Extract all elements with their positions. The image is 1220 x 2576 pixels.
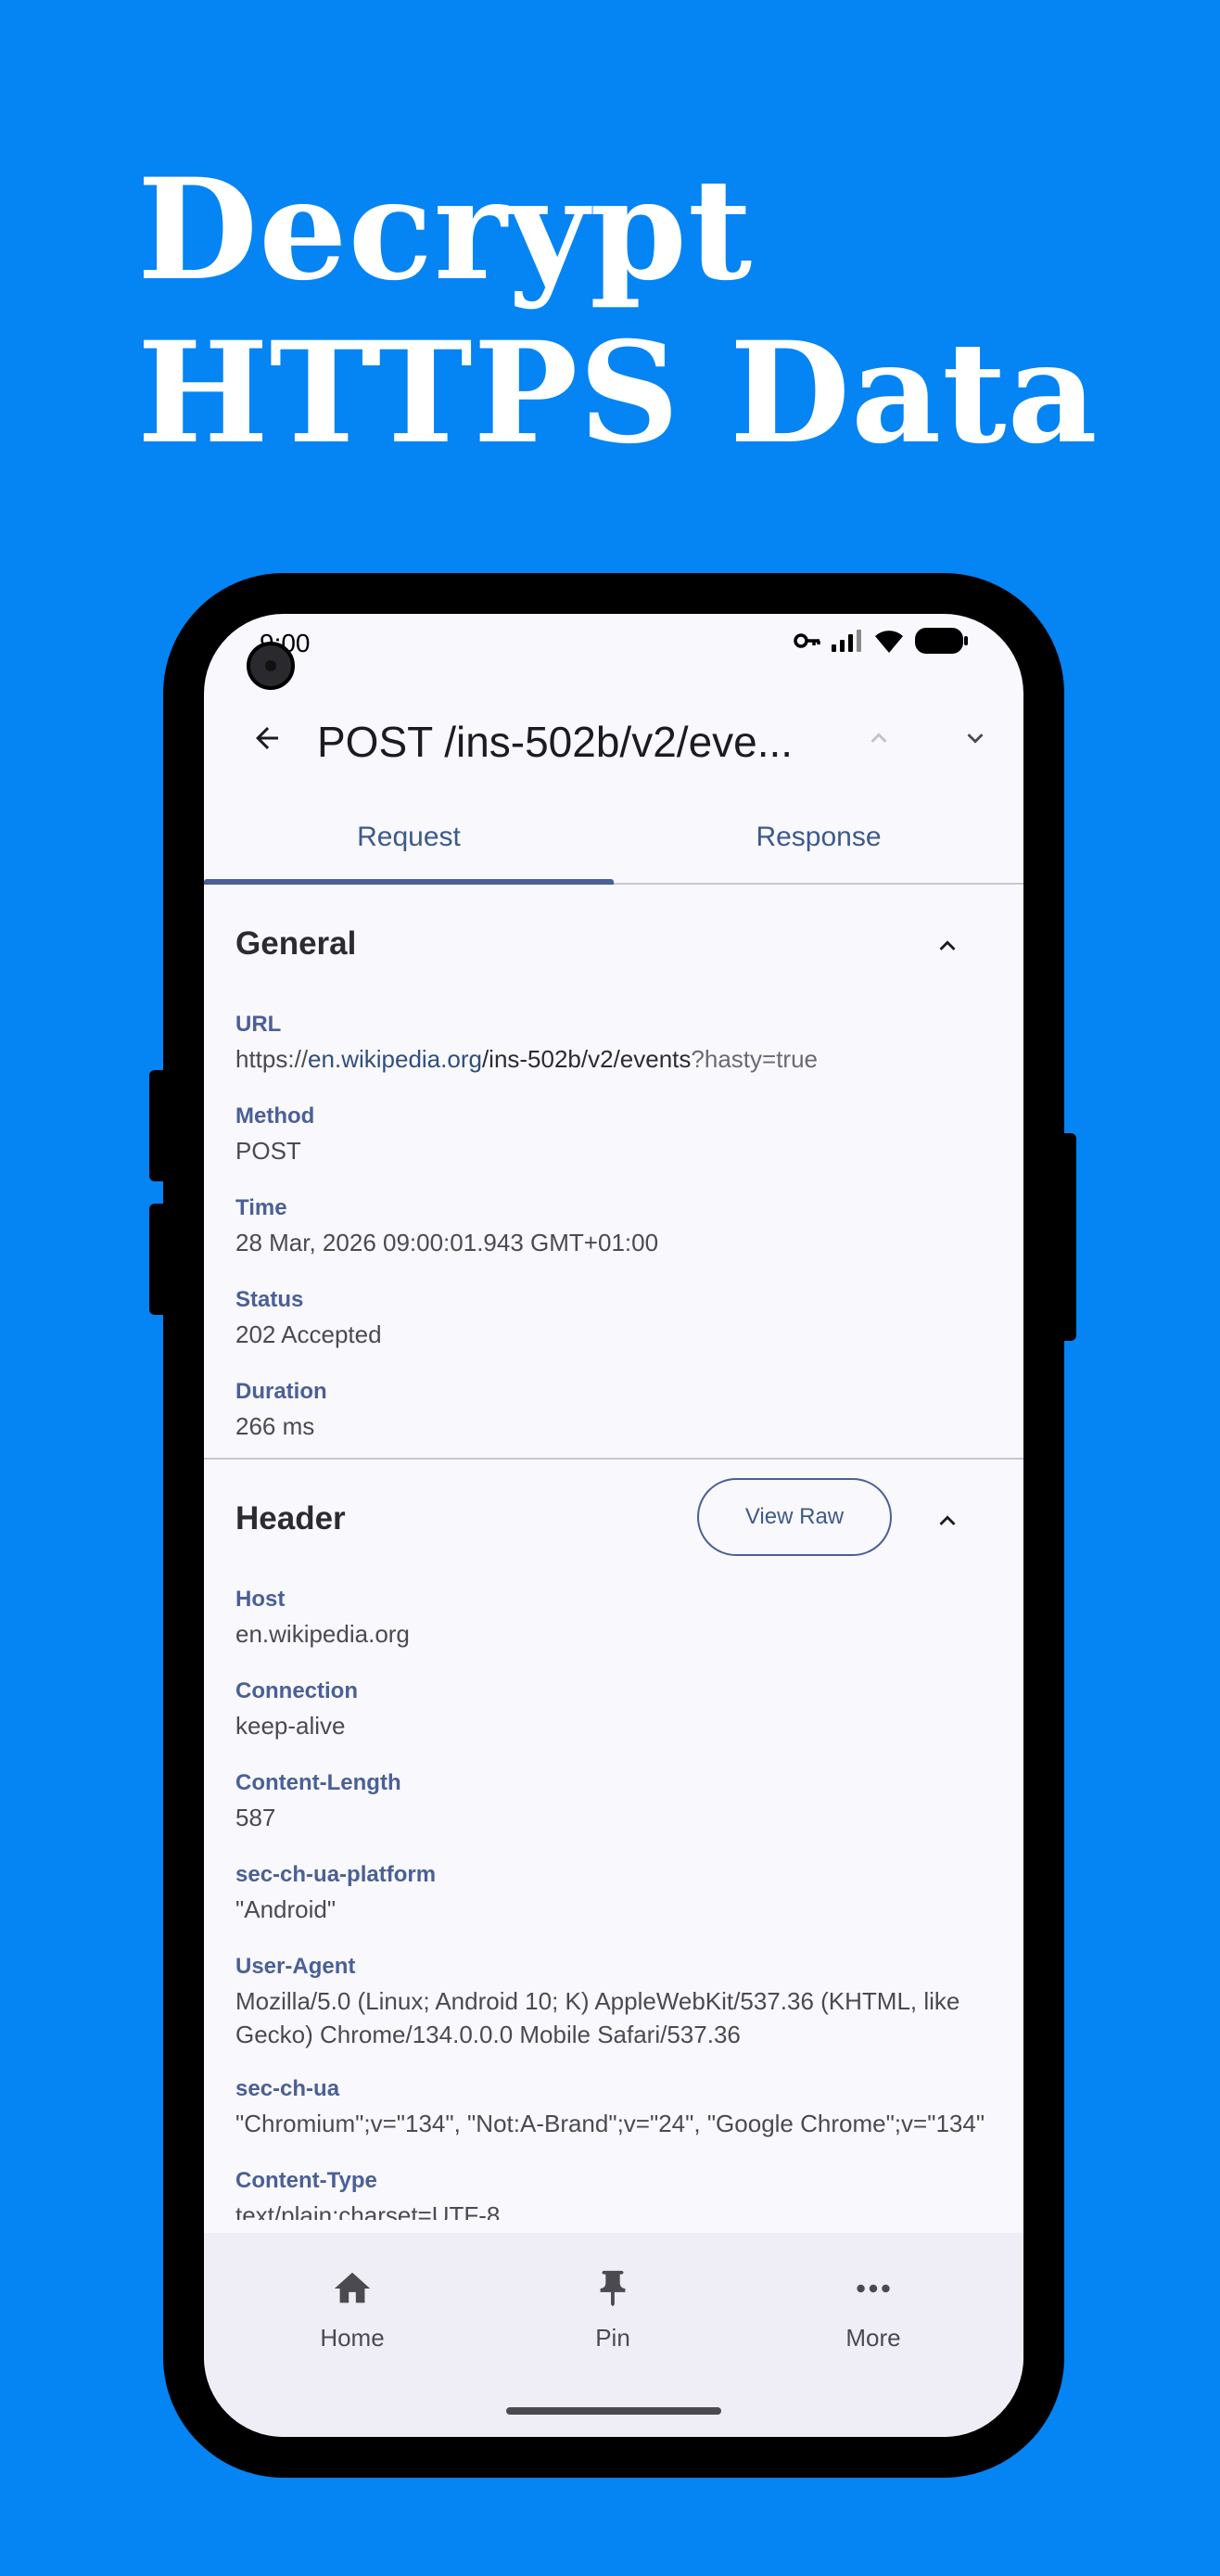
url-value[interactable]: https://en.wikipedia.org/ins-502b/v2/eve… [235,1042,1005,1076]
url-host: en.wikipedia.org [308,1045,482,1073]
status-icons [794,627,970,655]
vpn-key-icon [794,631,821,650]
chevron-up-icon [932,930,963,966]
headline-line-1: Decrypt [137,148,754,312]
field-value: Mozilla/5.0 (Linux; Android 10; K) Apple… [235,1987,960,2048]
request-details[interactable]: General URL https://en.wikipedia.org/ins… [204,885,1023,2220]
home-icon [330,2266,375,2311]
tab-response[interactable]: Response [614,792,1023,883]
status-bar: 9:00 [204,614,1023,670]
general-section: General URL https://en.wikipedia.org/ins… [204,885,1023,1460]
header-field-sec-ch-ua: sec-ch-ua "Chromium";v="134", "Not:A-Bra… [235,2075,1005,2140]
tab-request[interactable]: Request [204,792,614,883]
field-method: Method POST [235,1103,1005,1167]
field-label: Method [235,1103,315,1129]
chevron-up-icon [932,1505,963,1541]
header-title: Header [235,1500,346,1537]
field-value: "Android" [235,1895,337,1923]
field-label: URL [235,1012,282,1037]
field-value: text/plain;charset=UTF-8 [235,2201,501,2220]
header-section: Header View Raw Host en.wikipedia.org Co… [204,1460,1023,2220]
back-button[interactable] [237,710,297,770]
field-value: 266 ms [235,1412,315,1440]
nav-label: More [845,2324,901,2352]
pin-icon [591,2266,635,2311]
field-duration: Duration 266 ms [235,1378,1005,1443]
field-label: User-Agent [235,1954,356,1979]
header-field-content-type: Content-Type text/plain;charset=UTF-8 [235,2167,1005,2220]
field-label: sec-ch-ua-platform [235,1862,437,1887]
field-value: 587 [235,1804,276,1831]
nav-label: Home [320,2324,385,2352]
field-label: Status [235,1287,304,1312]
headline-line-2: HTTPS Data [137,312,1099,475]
previous-request-button[interactable] [849,710,909,770]
header-field-content-length: Content-Length 587 [235,1769,1005,1834]
header-field-sec-ch-ua-platform: sec-ch-ua-platform "Android" [235,1861,1005,1926]
front-camera [247,642,295,690]
headline: Decrypt HTTPS Data [137,148,1157,475]
arrow-back-icon [250,721,284,759]
more-horizontal-icon [851,2266,896,2311]
url-path: /ins-502b/v2/events [481,1045,692,1073]
chevron-up-icon [863,722,895,759]
field-label: Host [235,1587,286,1612]
nav-more[interactable]: More [781,2266,966,2368]
request-title: POST /ins-502b/v2/eve... [317,718,794,766]
field-value: keep-alive [235,1712,346,1740]
wifi-icon [873,628,905,654]
nav-home[interactable]: Home [260,2266,445,2368]
url-query: ?hasty=true [691,1045,818,1073]
nav-pin[interactable]: Pin [520,2266,705,2368]
top-app-bar: POST /ins-502b/v2/eve... [204,688,1023,792]
header-collapse-button[interactable] [921,1497,973,1549]
signal-icon [831,629,864,653]
field-value: 202 Accepted [235,1320,382,1348]
field-label: Content-Length [235,1770,401,1795]
nav-label: Pin [595,2324,630,2352]
url-scheme: https:// [235,1045,309,1073]
view-raw-button[interactable]: View Raw [697,1478,892,1556]
field-value: 28 Mar, 2026 09:00:01.943 GMT+01:00 [235,1229,659,1256]
general-collapse-button[interactable] [921,922,973,974]
field-label: Connection [235,1678,358,1703]
field-url: URL https://en.wikipedia.org/ins-502b/v2… [235,1011,1005,1076]
header-field-user-agent: User-Agent Mozilla/5.0 (Linux; Android 1… [235,1953,1005,2051]
general-title: General [235,925,357,962]
field-label: Duration [235,1379,327,1404]
battery-icon [914,627,970,655]
tab-bar: Request Response [204,792,1023,885]
field-label: Time [235,1195,287,1220]
field-status: Status 202 Accepted [235,1286,1005,1351]
field-value: "Chromium";v="134", "Not:A-Brand";v="24"… [235,2110,985,2137]
field-label: Content-Type [235,2168,377,2193]
phone-screen: 9:00 POST /ins-502b/v2/eve... Request Re… [204,614,1023,2437]
bottom-navigation: Home Pin More [204,2233,1023,2437]
field-time: Time 28 Mar, 2026 09:00:01.943 GMT+01:00 [235,1194,1005,1259]
field-value: en.wikipedia.org [235,1620,410,1648]
field-label: sec-ch-ua [235,2076,340,2101]
field-value: POST [235,1137,301,1165]
home-indicator[interactable] [506,2407,721,2415]
chevron-down-icon [959,722,991,759]
next-request-button[interactable] [946,710,1005,770]
phone-frame: 9:00 POST /ins-502b/v2/eve... Request Re… [163,573,1064,2478]
header-field-host: Host en.wikipedia.org [235,1586,1005,1651]
header-field-connection: Connection keep-alive [235,1677,1005,1742]
